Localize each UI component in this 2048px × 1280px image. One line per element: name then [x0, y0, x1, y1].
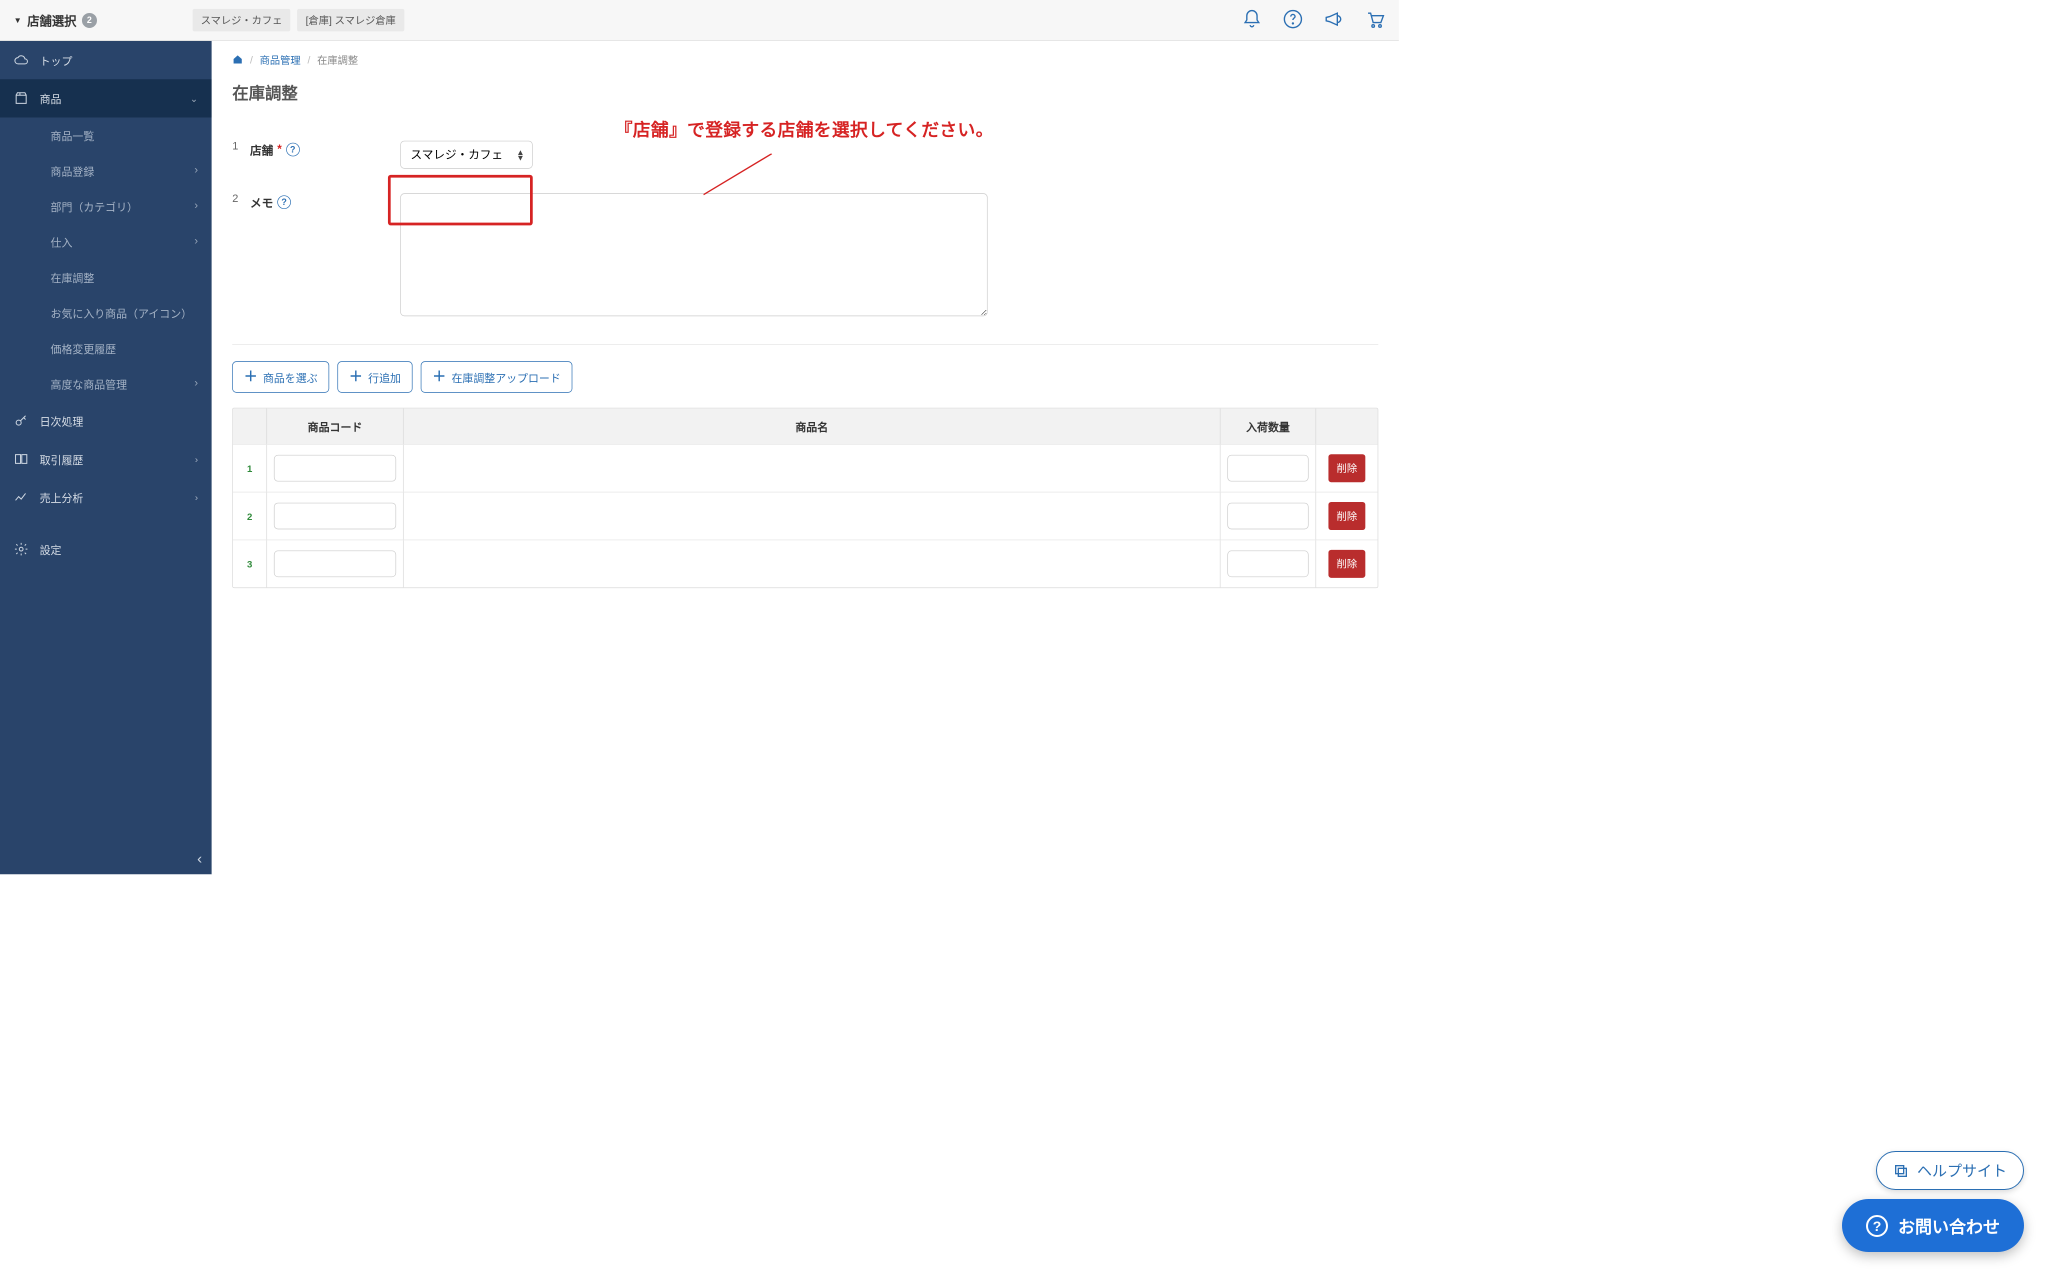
divider — [232, 344, 1378, 345]
row-number: 1 — [233, 445, 267, 492]
delete-row-button[interactable]: 削除 — [1328, 454, 1365, 482]
help-site-button[interactable]: ヘルプサイト — [1876, 1151, 2024, 1190]
help-icon[interactable]: ? — [277, 195, 291, 209]
col-header-name: 商品名 — [404, 408, 1221, 444]
row-number: 2 — [233, 492, 267, 539]
sidebar-item-label: 日次処理 — [40, 413, 84, 429]
chevron-right-icon: › — [195, 454, 198, 465]
book-icon — [14, 451, 29, 466]
sidebar-sub-supply[interactable]: 仕入› — [0, 224, 212, 260]
key-icon — [14, 413, 29, 428]
chevron-right-icon: › — [194, 200, 198, 212]
sidebar-item-top[interactable]: トップ — [0, 41, 212, 79]
chevron-right-icon: › — [195, 492, 198, 503]
form-row-memo: 2 メモ ? — [232, 181, 1378, 331]
sidebar-sub-stock-adjustment[interactable]: 在庫調整 — [0, 260, 212, 296]
quantity-input[interactable] — [1227, 550, 1308, 577]
store-tag[interactable]: スマレジ・カフェ — [193, 9, 291, 32]
contact-button[interactable]: ? お問い合わせ — [1842, 1199, 2024, 1252]
product-code-input[interactable] — [274, 503, 396, 530]
sidebar-item-label: 取引履歴 — [40, 451, 84, 467]
table-row: 2 削除 — [233, 492, 1378, 540]
cloud-icon — [14, 53, 29, 68]
plus-icon: ＋ — [244, 370, 258, 384]
store-selector[interactable]: ▼ 店舗選択 2 — [14, 11, 97, 29]
gear-icon — [14, 542, 29, 557]
row-number: 3 — [233, 540, 267, 587]
question-icon: ? — [1866, 1215, 1888, 1237]
sidebar-item-settings[interactable]: 設定 — [0, 530, 212, 568]
chevron-right-icon: › — [194, 378, 198, 390]
sidebar-item-transactions[interactable]: 取引履歴 › — [0, 440, 212, 478]
main-content: / 商品管理 / 在庫調整 『店舗』で登録する店舗を選択してください。 在庫調整… — [212, 41, 1399, 874]
store-label: 店舗 — [250, 141, 273, 158]
delete-row-button[interactable]: 削除 — [1328, 550, 1365, 578]
store-selector-label: 店舗選択 — [27, 11, 76, 29]
plus-icon: ＋ — [432, 370, 446, 384]
sidebar-sub-category[interactable]: 部門（カテゴリ）› — [0, 189, 212, 225]
product-code-input[interactable] — [274, 455, 396, 482]
help-icon[interactable]: ? — [286, 142, 300, 156]
chart-icon — [14, 490, 29, 505]
chevron-down-icon: ⌄ — [190, 93, 198, 105]
table-row: 3 削除 — [233, 540, 1378, 588]
sidebar-collapse-button[interactable]: ‹ — [197, 850, 202, 868]
topbar: ▼ 店舗選択 2 スマレジ・カフェ [倉庫] スマレジ倉庫 — [0, 0, 1399, 41]
memo-textarea[interactable] — [400, 193, 987, 316]
sidebar-item-label: トップ — [40, 52, 73, 68]
sidebar-item-daily[interactable]: 日次処理 — [0, 402, 212, 440]
product-code-input[interactable] — [274, 550, 396, 577]
breadcrumb-link[interactable]: 商品管理 — [260, 53, 301, 67]
col-header-code: 商品コード — [267, 408, 404, 444]
product-table: 商品コード 商品名 入荷数量 1 削除 2 削除 3 — [232, 408, 1378, 588]
delete-row-button[interactable]: 削除 — [1328, 502, 1365, 530]
help-icon[interactable] — [1283, 9, 1303, 32]
form-row-number: 2 — [232, 193, 250, 205]
page-title: 在庫調整 — [232, 80, 1378, 104]
sidebar-sub-advanced[interactable]: 高度な商品管理› — [0, 366, 212, 402]
chevron-right-icon: › — [194, 236, 198, 248]
sidebar-item-label: 設定 — [40, 541, 62, 557]
store-select[interactable]: スマレジ・カフェ — [400, 141, 533, 169]
caret-down-icon: ▼ — [14, 15, 22, 25]
box-icon — [14, 91, 29, 106]
choose-product-button[interactable]: ＋商品を選ぶ — [232, 361, 329, 392]
form-row-number: 1 — [232, 141, 250, 153]
breadcrumb-current: 在庫調整 — [317, 53, 358, 67]
sidebar-sub-product-list[interactable]: 商品一覧 — [0, 117, 212, 153]
megaphone-icon[interactable] — [1324, 9, 1344, 32]
store-tag[interactable]: [倉庫] スマレジ倉庫 — [297, 9, 404, 32]
add-row-button[interactable]: ＋行追加 — [337, 361, 412, 392]
memo-label: メモ — [250, 193, 273, 210]
quantity-input[interactable] — [1227, 503, 1308, 530]
sidebar-sub-product-register[interactable]: 商品登録› — [0, 153, 212, 189]
sidebar-sub-price-history[interactable]: 価格変更履歴 — [0, 331, 212, 367]
sidebar-item-label: 商品 — [40, 90, 62, 106]
home-icon[interactable] — [232, 54, 243, 68]
cart-icon[interactable] — [1365, 9, 1385, 32]
sidebar-item-products[interactable]: 商品 ⌄ — [0, 79, 212, 117]
required-mark: * — [277, 142, 282, 156]
product-name-cell — [404, 540, 1221, 587]
sidebar-item-sales[interactable]: 売上分析 › — [0, 478, 212, 516]
col-header-qty: 入荷数量 — [1221, 408, 1317, 444]
product-name-cell — [404, 492, 1221, 539]
table-row: 1 削除 — [233, 444, 1378, 492]
topbar-tags: スマレジ・カフェ [倉庫] スマレジ倉庫 — [193, 9, 404, 32]
sidebar: トップ 商品 ⌄ 商品一覧 商品登録› 部門（カテゴリ）› 仕入› 在庫調整 お… — [0, 41, 212, 874]
chevron-right-icon: › — [194, 165, 198, 177]
quantity-input[interactable] — [1227, 455, 1308, 482]
external-link-icon — [1893, 1163, 1909, 1179]
plus-icon: ＋ — [349, 370, 363, 384]
store-count-badge: 2 — [82, 13, 97, 28]
breadcrumb: / 商品管理 / 在庫調整 — [232, 53, 1378, 67]
sidebar-item-label: 売上分析 — [40, 489, 84, 505]
product-name-cell — [404, 445, 1221, 492]
upload-button[interactable]: ＋在庫調整アップロード — [421, 361, 573, 392]
sidebar-sub-favorite[interactable]: お気に入り商品（アイコン） — [0, 295, 212, 331]
bell-icon[interactable] — [1242, 9, 1262, 32]
annotation-text: 『店舗』で登録する店舗を選択してください。 — [615, 116, 994, 141]
